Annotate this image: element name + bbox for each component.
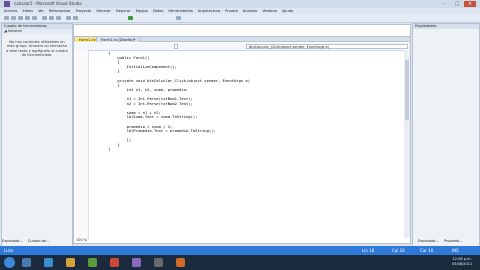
system-clock[interactable]: 12:08 p.m. 05/08/2011 xyxy=(452,257,472,267)
redo-icon[interactable] xyxy=(73,16,78,20)
left-bottom-tabs: Explorado... Cuadro de... xyxy=(2,238,49,245)
status-line: Lín 18 xyxy=(362,248,375,253)
start-button[interactable] xyxy=(4,257,15,268)
nav-spacer xyxy=(174,44,178,49)
status-text: Listo xyxy=(4,248,14,253)
code-line[interactable]: } xyxy=(90,147,250,152)
folder-taskbar-icon[interactable] xyxy=(66,258,75,267)
recorder-taskbar-icon[interactable] xyxy=(176,258,185,267)
toolbox-group-label: General xyxy=(7,29,22,33)
paste-icon[interactable] xyxy=(56,16,61,20)
right-bottom-tabs: Explorado... Propieda... xyxy=(418,238,463,245)
scrollbar-thumb[interactable] xyxy=(405,60,409,120)
copy-icon[interactable] xyxy=(49,16,54,20)
explorer-taskbar-icon[interactable] xyxy=(22,258,31,267)
toolbar: Debug xyxy=(0,14,480,34)
start-debugging-icon[interactable] xyxy=(128,16,133,20)
properties-tab[interactable]: Propieda... xyxy=(444,239,463,243)
status-char: Car 16 xyxy=(420,248,434,253)
status-col: Col 16 xyxy=(392,248,405,253)
ie-taskbar-icon[interactable] xyxy=(44,258,53,267)
maximize-icon[interactable]: □ xyxy=(451,1,463,7)
properties-panel: Propiedades xyxy=(412,23,480,247)
solution-explorer-tab[interactable]: Explorado... xyxy=(2,239,23,243)
line-gutter xyxy=(74,50,89,240)
cut-icon[interactable] xyxy=(42,16,47,20)
status-bar: Listo Lín 18 Col 16 Car 16 INS xyxy=(0,246,480,255)
close-icon[interactable]: × xyxy=(464,1,476,7)
clock-date: 05/08/2011 xyxy=(452,262,473,266)
window-title: calcular2 - Microsoft Visual Studio xyxy=(14,1,82,6)
solution-explorer-tab-right[interactable]: Explorado... xyxy=(418,239,439,243)
member-dropdown[interactable]: btnCalcular_Click(object sender, EventAr… xyxy=(246,44,408,49)
media-taskbar-icon[interactable] xyxy=(88,258,97,267)
title-bar: calcular2 - Microsoft Visual Studio – □ … xyxy=(0,0,480,8)
visual-studio-icon xyxy=(4,1,10,7)
toolbox-empty-message: No hay controles utilizables en este gru… xyxy=(6,40,68,58)
visual-studio-taskbar-icon[interactable] xyxy=(132,258,141,267)
toolbox-tab[interactable]: Cuadro de... xyxy=(28,239,49,243)
navigation-bar: btnCalcular_Click(object sender, EventAr… xyxy=(74,43,410,51)
new-project-icon[interactable] xyxy=(4,16,9,20)
app-taskbar-icon[interactable] xyxy=(154,258,163,267)
tab-form1-design[interactable]: Form1.cs [Diseño]* xyxy=(96,36,141,42)
properties-title: Propiedades xyxy=(413,24,479,29)
toolbox-panel: Cuadro de herramientas ◢ General No hay … xyxy=(1,23,73,247)
add-item-icon[interactable] xyxy=(11,16,16,20)
office-taskbar-icon[interactable] xyxy=(110,258,119,267)
minimize-icon[interactable]: – xyxy=(438,1,450,7)
open-icon[interactable] xyxy=(18,16,23,20)
save-all-icon[interactable] xyxy=(32,16,37,20)
status-ins: INS xyxy=(452,248,459,253)
zoom-level[interactable]: 100 % xyxy=(76,238,87,242)
find-icon[interactable] xyxy=(176,16,181,20)
undo-icon[interactable] xyxy=(66,16,71,20)
code-text[interactable]: { public Form1() { InitializeComponent()… xyxy=(90,50,250,152)
save-icon[interactable] xyxy=(25,16,30,20)
